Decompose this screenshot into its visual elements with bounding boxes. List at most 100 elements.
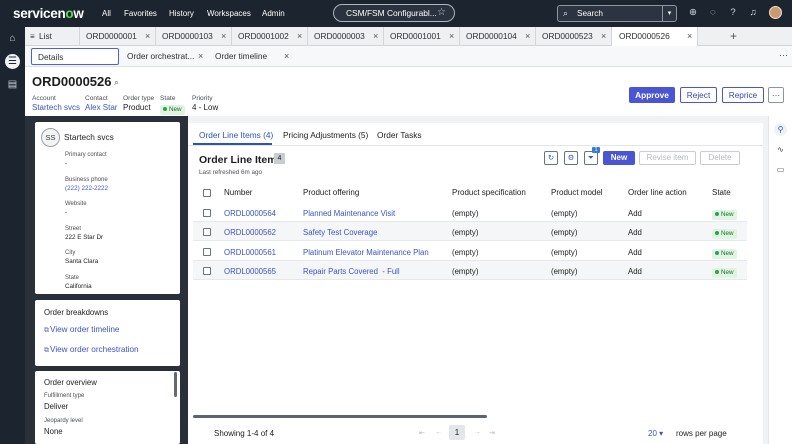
close-icon[interactable]: × [525, 27, 530, 46]
filter-button[interactable]: ⏷ [584, 151, 598, 165]
field-value-contact[interactable]: Alex Star [85, 103, 117, 112]
more-options-icon[interactable]: ⋯ [779, 50, 788, 61]
tab-list[interactable]: ≡ List [25, 27, 80, 46]
column-header-product-offering[interactable]: Product offering [303, 188, 359, 197]
tab-record-active[interactable]: ORD0000526 × [612, 27, 698, 46]
row-number-link[interactable]: ORDL0000561 [224, 248, 276, 257]
column-header-number[interactable]: Number [224, 188, 252, 197]
row-offering-link[interactable]: Repair Parts Covered - Full [303, 267, 400, 276]
document-icon[interactable]: ▭ [774, 163, 787, 176]
globe-icon[interactable]: ⊕ [687, 7, 699, 19]
refresh-button[interactable]: ↻ [544, 151, 558, 165]
workspace-icon[interactable]: ▤ [5, 77, 20, 92]
tab-record[interactable]: ORD0000103 × [156, 27, 232, 46]
search-input[interactable]: Search [577, 9, 603, 18]
new-button[interactable]: New [603, 151, 635, 165]
subtab-order-timeline[interactable]: Order timeline × [215, 48, 295, 65]
reject-button[interactable]: Reject [680, 87, 717, 103]
row-number-link[interactable]: ORDL0000565 [224, 267, 276, 276]
activity-icon[interactable]: ∿ [774, 143, 787, 156]
left-scrollbar[interactable] [174, 372, 177, 397]
chat-icon[interactable]: ◌ [707, 7, 719, 19]
help-icon[interactable]: ? [727, 7, 739, 19]
reprice-button[interactable]: Reprice [722, 87, 764, 103]
more-actions-button[interactable]: ··· [768, 87, 784, 103]
row-checkbox[interactable] [203, 228, 211, 236]
global-search[interactable]: ⌕ Search ▾ [557, 5, 677, 22]
close-icon[interactable]: × [373, 27, 378, 46]
search-dropdown-chevron-icon[interactable]: ▾ [662, 6, 676, 21]
notification-bell-icon[interactable]: ♫ [747, 7, 759, 19]
row-checkbox[interactable] [203, 267, 211, 275]
view-order-timeline-link[interactable]: ⧉View order timeline [44, 325, 119, 335]
close-icon[interactable]: × [284, 48, 289, 65]
tab-record[interactable]: ORD0000001 × [80, 27, 156, 46]
nav-menu-admin[interactable]: Admin [262, 9, 285, 18]
close-icon[interactable]: × [449, 27, 454, 46]
close-icon[interactable]: × [687, 27, 692, 46]
subtab-details[interactable]: Details [31, 48, 119, 65]
chevron-down-icon: ▾ [659, 429, 664, 438]
row-offering-link[interactable]: Safety Test Coverage [303, 228, 377, 237]
nav-menu-all[interactable]: All [102, 9, 111, 18]
subtab-order-orchestration[interactable]: Order orchestrat... × [127, 48, 209, 65]
nav-menu-favorites[interactable]: Favorites [124, 9, 157, 18]
column-header-product-model[interactable]: Product model [551, 188, 603, 197]
column-header-order-line-action[interactable]: Order line action [628, 188, 687, 197]
row-checkbox[interactable] [203, 248, 211, 256]
next-page-icon[interactable]: → [474, 429, 481, 436]
application-scope-pill[interactable]: CSM/FSM Configurabl... ☆ [333, 4, 455, 22]
add-tab-icon[interactable]: + [730, 29, 737, 43]
fulfillment-type-value: Deliver [44, 402, 69, 411]
tab-order-tasks[interactable]: Order Tasks [377, 130, 422, 140]
field-label-priority: Priority [192, 95, 213, 102]
tab-record[interactable]: ORD0001002 × [232, 27, 308, 46]
view-order-orchestration-link[interactable]: ⧉View order orchestration [44, 345, 139, 355]
close-icon[interactable]: × [145, 27, 150, 46]
tab-pricing-adjustments[interactable]: Pricing Adjustments (5) [283, 130, 368, 140]
business-phone-value[interactable]: (222) 222-2222 [65, 185, 108, 192]
row-number-link[interactable]: ORDL0000564 [224, 209, 276, 218]
current-page[interactable]: 1 [449, 425, 465, 440]
servicenow-logo[interactable]: servicenow [13, 6, 84, 21]
state-label: State [65, 275, 80, 281]
row-offering-link[interactable]: Planned Maintenance Visit [303, 209, 395, 218]
home-icon[interactable]: ⌂ [5, 31, 20, 46]
tag-icon[interactable]: ⌕ [114, 77, 119, 88]
last-page-icon[interactable]: ⇥ [489, 429, 495, 437]
field-value-account[interactable]: Startech svcs [32, 103, 80, 112]
row-model: (empty) [551, 248, 578, 257]
star-icon[interactable]: ☆ [437, 7, 446, 18]
user-avatar[interactable] [769, 6, 782, 19]
tab-record[interactable]: ORD0001001 × [384, 27, 460, 46]
row-number-link[interactable]: ORDL0000562 [224, 228, 276, 237]
previous-page-icon[interactable]: ← [435, 429, 442, 436]
row-offering-link[interactable]: Platinum Elevator Maintenance Plan [303, 248, 429, 257]
delete-button[interactable]: Delete [700, 151, 740, 165]
select-all-checkbox[interactable] [203, 189, 211, 197]
revise-item-button[interactable]: Revise item [639, 151, 696, 165]
tab-record[interactable]: ORD0000523 × [536, 27, 612, 46]
close-icon[interactable]: × [221, 27, 226, 46]
close-icon[interactable]: × [198, 48, 203, 65]
tab-record[interactable]: ORD0000104 × [460, 27, 536, 46]
settings-button[interactable]: ⚙ [564, 151, 578, 165]
list-icon: ≡ [30, 32, 35, 41]
tab-record[interactable]: ORD0000003 × [308, 27, 384, 46]
tab-order-line-items[interactable]: Order Line Items (4) [199, 130, 273, 140]
attachment-icon[interactable]: ⚲ [774, 123, 787, 136]
approve-button[interactable]: Approve [629, 87, 675, 103]
nav-menu-history[interactable]: History [169, 9, 194, 18]
column-header-state[interactable]: State [712, 188, 731, 197]
row-checkbox[interactable] [203, 209, 211, 217]
nav-menu-workspaces[interactable]: Workspaces [207, 9, 251, 18]
status-badge-label: New [721, 230, 734, 237]
list-menu-icon[interactable]: ☰ [5, 54, 20, 69]
close-icon[interactable]: × [297, 27, 302, 46]
first-page-icon[interactable]: ⇤ [419, 429, 425, 437]
tab-label: List [39, 31, 52, 41]
horizontal-scrollbar[interactable] [193, 415, 487, 418]
column-header-product-specification[interactable]: Product specification [452, 188, 526, 197]
close-icon[interactable]: × [601, 27, 606, 46]
rows-per-page-select[interactable]: 20 ▾ [648, 429, 663, 438]
